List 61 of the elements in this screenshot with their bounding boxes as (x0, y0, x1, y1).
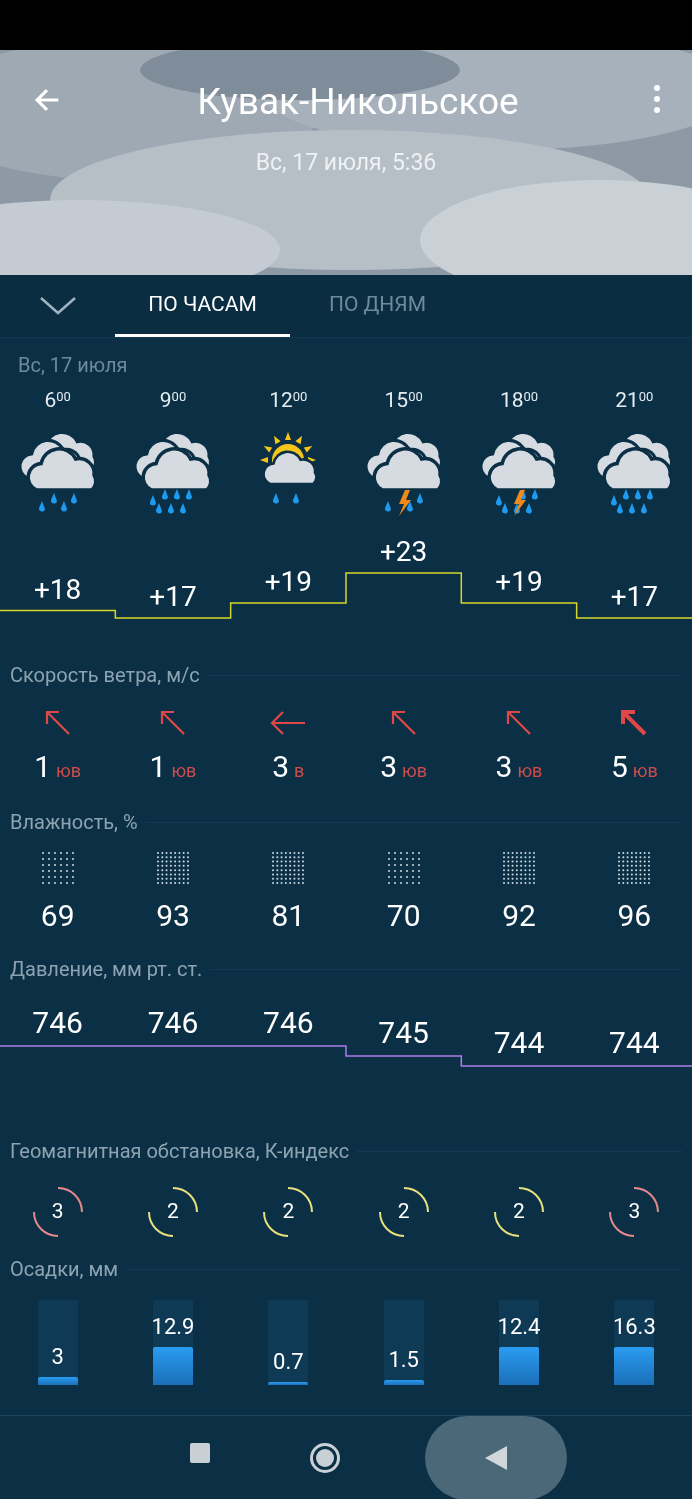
wind-speed: 3 (272, 748, 290, 786)
city-title: Кувак-Никольское (197, 80, 519, 124)
precipitation-value: 3 (51, 1342, 64, 1371)
hour-label: 18$^{00}$ (499, 387, 539, 414)
temperature: +17 (609, 581, 659, 613)
pressure-value: 744 (492, 1026, 546, 1060)
precipitation-value: 16.3 (612, 1312, 656, 1341)
precipitation-value: 12.9 (151, 1312, 195, 1341)
pressure-value: 746 (262, 1006, 315, 1040)
k-index-value: 3 (51, 1198, 64, 1226)
k-index-value: 2 (397, 1198, 410, 1226)
section-title: Геомагнитная обстановка, К-индекс (10, 1138, 350, 1165)
wind-direction: юв (171, 759, 197, 783)
pressure-value: 744 (608, 1026, 661, 1060)
precipitation-value: 1.5 (388, 1345, 419, 1374)
date-time: Вс, 17 июля, 5:36 (255, 148, 437, 178)
wind-speed: 5 (610, 748, 628, 786)
wind-direction: юв (632, 759, 658, 783)
tab[interactable]: ПО ЧАСАМ (115, 275, 290, 337)
humidity-value: 70 (386, 897, 421, 935)
wind-speed: 3 (495, 748, 513, 786)
hour-label: 6$^{00}$ (44, 387, 71, 414)
k-index-value: 2 (282, 1198, 295, 1226)
temperature: +19 (263, 566, 313, 598)
humidity-value: 92 (502, 897, 536, 935)
hour-label: 21$^{00}$ (615, 387, 654, 414)
humidity-value: 81 (271, 897, 306, 935)
wind-speed: 1 (34, 748, 52, 786)
section-title: Скорость ветра, м/с (10, 662, 200, 689)
pressure-value: 745 (377, 1016, 430, 1050)
section-title: Давление, мм рт. ст. (10, 956, 203, 983)
precipitation-value: 12.4 (497, 1312, 541, 1341)
temperature: +23 (379, 536, 429, 568)
wind-direction: юв (56, 759, 82, 783)
humidity-value: 69 (40, 897, 75, 935)
hour-label: 9$^{00}$ (159, 387, 187, 414)
section-title: Осадки, мм (10, 1256, 119, 1283)
humidity-value: 93 (156, 897, 190, 935)
pressure-value: 746 (146, 1006, 200, 1040)
hour-label: 12$^{00}$ (269, 387, 308, 414)
k-index-value: 2 (513, 1198, 525, 1226)
wind-direction: юв (402, 759, 428, 783)
wind-speed: 1 (149, 748, 167, 786)
pressure-value: 746 (31, 1006, 84, 1040)
humidity-value: 96 (617, 897, 652, 935)
wind-speed: 3 (380, 748, 398, 786)
k-index-value: 2 (167, 1198, 179, 1226)
recent-apps-button[interactable] (190, 1442, 210, 1463)
wind-direction: в (294, 759, 305, 783)
wind-direction: юв (517, 759, 543, 783)
temperature: +18 (33, 573, 83, 606)
home-button[interactable] (310, 1442, 340, 1473)
day-label: Вс, 17 июля (18, 353, 128, 377)
back-triangle-icon (485, 1445, 507, 1470)
hour-label: 15$^{00}$ (384, 387, 423, 414)
temperature: +19 (494, 566, 544, 598)
precipitation-value: 0.7 (273, 1348, 304, 1377)
temperature: +17 (148, 581, 198, 613)
k-index-value: 3 (628, 1198, 641, 1226)
tab[interactable]: ПО ДНЯМ (290, 275, 465, 337)
section-title: Влажность, % (10, 809, 138, 836)
